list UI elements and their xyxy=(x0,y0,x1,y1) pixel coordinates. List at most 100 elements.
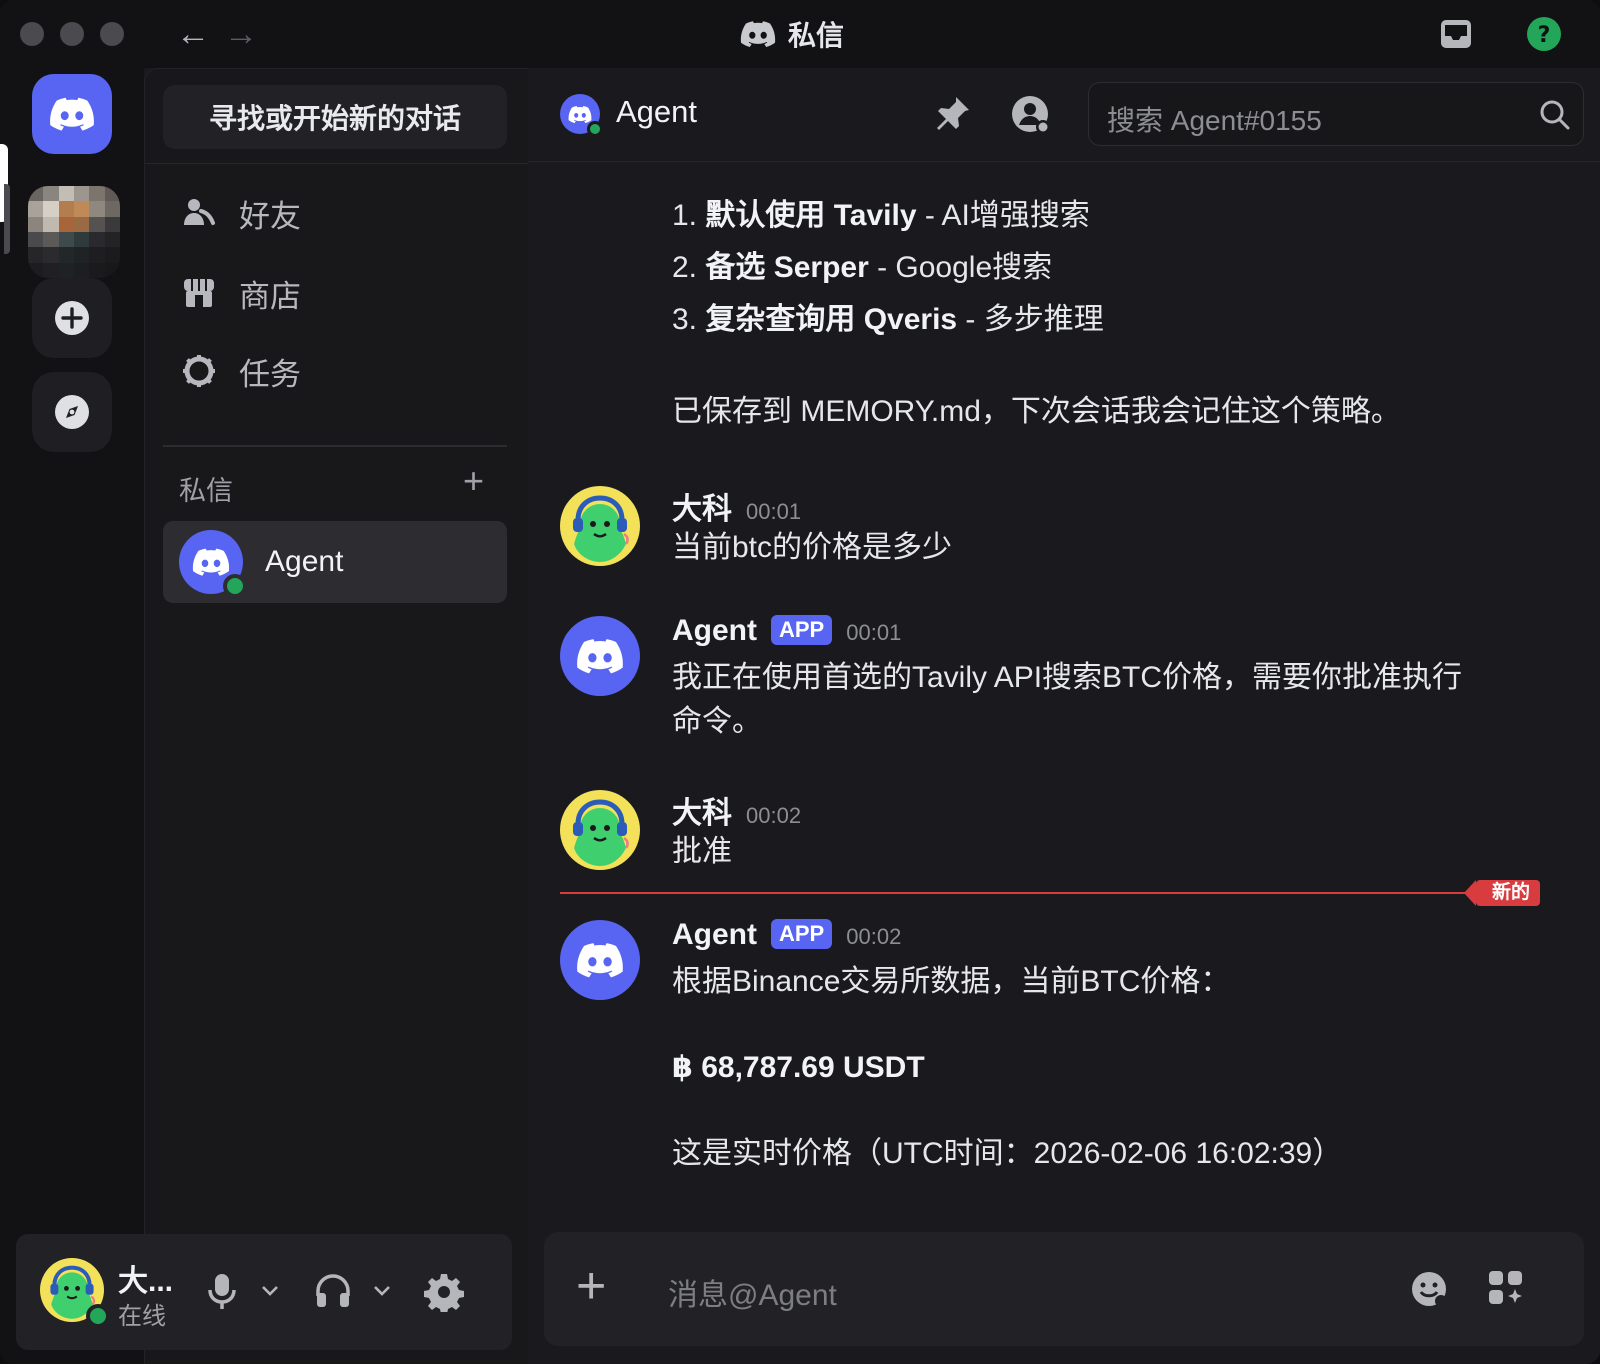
sidebar-item-friends[interactable]: 好友 xyxy=(163,179,507,247)
message-text: 根据Binance交易所数据，当前BTC价格： xyxy=(672,965,1231,998)
message-line: 2. 备选 Serper - Google搜索 xyxy=(672,251,1053,284)
message-text: 命令。 xyxy=(672,705,762,738)
divider xyxy=(163,445,507,447)
user-avatar-icon xyxy=(560,486,640,566)
message-header: Agent APP 00:02 xyxy=(672,918,901,952)
search-placeholder: 搜索 Agent#0155 xyxy=(1107,105,1322,136)
add-server-button[interactable] xyxy=(32,278,112,358)
new-messages-tag: 新的 xyxy=(1463,880,1541,906)
message-input[interactable]: 消息@Agent xyxy=(668,1270,837,1314)
price-text: ฿ 68,787.69 USDT xyxy=(672,1051,925,1084)
discover-button[interactable] xyxy=(32,372,112,452)
user-avatar[interactable] xyxy=(560,790,640,870)
shop-icon xyxy=(184,279,214,307)
emoji-icon[interactable] xyxy=(1410,1270,1448,1308)
message-composer: + 消息@Agent xyxy=(544,1232,1584,1346)
message-header: 大科 00:02 xyxy=(672,788,801,832)
sidebar-item-label: 好友 xyxy=(239,198,301,234)
author-name[interactable]: 大科 xyxy=(672,788,732,832)
forward-arrow-icon[interactable]: → xyxy=(224,14,258,54)
timestamp: 00:02 xyxy=(746,803,802,828)
discord-logo-icon xyxy=(577,639,623,674)
sidebar-item-shop[interactable]: 商店 xyxy=(163,259,507,327)
sidebar-item-label: 商店 xyxy=(239,278,301,314)
window-title: 私信 xyxy=(740,16,844,52)
back-arrow-icon[interactable]: ← xyxy=(176,14,210,54)
timestamp: 00:01 xyxy=(746,499,802,524)
apps-icon[interactable] xyxy=(1486,1268,1526,1308)
message-text: 我正在使用首选的Tavily API搜索BTC价格，需要你批准执行 xyxy=(672,661,1463,694)
dm-name: Agent xyxy=(265,545,344,578)
add-circle-icon xyxy=(55,301,89,335)
chat-area: Agent 搜索 Agent#0155 1. 默认使用 Tavily - AI增… xyxy=(528,68,1600,1364)
message-text: 当前btc的价格是多少 xyxy=(672,531,953,564)
dm-section-header: 私信 xyxy=(179,476,233,506)
online-status-dot xyxy=(86,1304,110,1328)
message-line: 已保存到 MEMORY.md，下次会话我会记住这个策略。 xyxy=(672,395,1401,428)
divider xyxy=(145,163,529,164)
help-icon[interactable]: ? xyxy=(1526,16,1562,52)
user-status: 在线 xyxy=(118,1303,166,1330)
discord-logo-icon xyxy=(568,105,592,123)
upload-button[interactable]: + xyxy=(576,1258,606,1314)
new-messages-divider xyxy=(560,892,1520,894)
message-header: Agent APP 00:01 xyxy=(672,614,901,648)
direct-messages-home-button[interactable] xyxy=(32,74,112,154)
server-icon-blurred[interactable] xyxy=(28,186,120,278)
user-panel: 大... 在线 xyxy=(16,1234,512,1350)
author-name[interactable]: Agent xyxy=(672,918,757,952)
app-window: ← → 私信 ? 寻找或开始新的对话 好友 商店 任务 私信 + Agent 大… xyxy=(0,0,1600,1364)
timestamp: 00:02 xyxy=(846,924,902,949)
title-bar: ← → 私信 ? xyxy=(0,0,1600,68)
window-minimize-button[interactable] xyxy=(60,22,84,46)
inbox-icon[interactable] xyxy=(1438,16,1474,52)
discord-logo-icon xyxy=(740,21,776,47)
compass-icon xyxy=(55,395,89,429)
avatar xyxy=(179,530,247,598)
sidebar-item-label: 任务 xyxy=(239,356,301,392)
user-avatar-icon xyxy=(560,790,640,870)
chevron-down-icon[interactable] xyxy=(260,1284,280,1298)
user-avatar[interactable] xyxy=(560,486,640,566)
header-avatar xyxy=(560,94,603,137)
user-name: 大... xyxy=(118,1265,174,1298)
sidebar-item-quests[interactable]: 任务 xyxy=(163,337,507,405)
chevron-down-icon[interactable] xyxy=(372,1284,392,1298)
quests-icon xyxy=(183,355,215,387)
user-avatar[interactable] xyxy=(40,1258,110,1328)
dm-item-agent[interactable]: Agent xyxy=(163,521,507,603)
friends-icon xyxy=(184,199,215,225)
user-profile-icon[interactable] xyxy=(1010,94,1052,136)
author-name[interactable]: 大科 xyxy=(672,484,732,528)
chat-title: Agent xyxy=(616,94,698,129)
gear-icon[interactable] xyxy=(424,1272,464,1312)
app-badge: APP xyxy=(771,919,833,949)
server-rail xyxy=(0,68,144,1364)
discord-logo-icon xyxy=(50,97,94,131)
author-name[interactable]: Agent xyxy=(672,614,757,648)
agent-avatar[interactable] xyxy=(560,616,640,696)
discord-logo-icon xyxy=(192,548,230,576)
headphones-icon[interactable] xyxy=(314,1272,352,1310)
window-close-button[interactable] xyxy=(20,22,44,46)
dm-sidebar: 寻找或开始新的对话 好友 商店 任务 私信 + Agent xyxy=(144,68,529,1364)
chat-header: Agent 搜索 Agent#0155 xyxy=(528,68,1600,162)
pin-icon[interactable] xyxy=(932,94,972,134)
find-conversation-button[interactable]: 寻找或开始新的对话 xyxy=(163,85,507,149)
message-text: 批准 xyxy=(672,835,732,868)
window-zoom-button[interactable] xyxy=(100,22,124,46)
agent-avatar[interactable] xyxy=(560,920,640,1000)
discord-logo-icon xyxy=(577,943,623,978)
search-icon xyxy=(1540,100,1570,130)
microphone-icon[interactable] xyxy=(206,1272,238,1312)
message-line: 3. 复杂查询用 Qveris - 多步推理 xyxy=(672,303,1104,336)
message-header: 大科 00:01 xyxy=(672,484,801,528)
online-status-dot xyxy=(223,574,247,598)
message-text: 这是实时价格（UTC时间：2026-02-06 16:02:39） xyxy=(672,1137,1343,1170)
create-dm-button[interactable]: + xyxy=(463,461,484,501)
app-badge: APP xyxy=(771,615,833,645)
timestamp: 00:01 xyxy=(846,620,902,645)
svg-text:?: ? xyxy=(1538,23,1551,48)
search-input[interactable]: 搜索 Agent#0155 xyxy=(1088,82,1584,146)
message-line: 1. 默认使用 Tavily - AI增强搜索 xyxy=(672,199,1090,232)
